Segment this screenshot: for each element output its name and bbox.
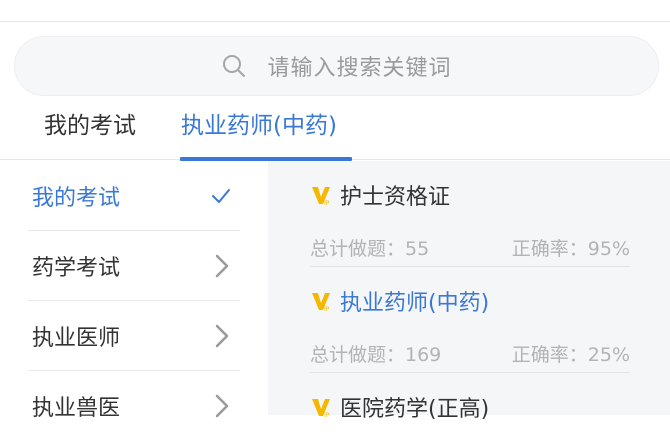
sidebar-item-label: 药学考试 — [32, 256, 121, 281]
divider — [310, 372, 630, 373]
category-sidebar: 我的考试 药学考试 执业医师 执业兽医 — [0, 161, 268, 421]
exam-list: IP 护士资格证 总计做题：55 正确率：95% IP 执业药师(中药) 总计做… — [268, 161, 670, 422]
tab-bar: 我的考试 执业药师(中药) — [0, 100, 670, 160]
sidebar-item-licensed-physician[interactable]: 执业医师 — [0, 301, 268, 371]
search-placeholder: 请输入搜索关键词 — [267, 56, 452, 81]
exam-title-row: IP 执业药师(中药) — [310, 281, 489, 321]
accuracy-rate: 正确率：25% — [511, 343, 630, 366]
sidebar-item-label: 我的考试 — [32, 186, 121, 211]
check-icon — [212, 189, 230, 203]
sidebar-item-label: 执业兽医 — [32, 396, 121, 421]
sidebar-item-pharmacy-exams[interactable]: 药学考试 — [0, 231, 268, 301]
chevron-right-icon — [215, 324, 229, 348]
chevron-right-icon — [215, 254, 229, 278]
exam-title-row: IP 护士资格证 — [310, 175, 450, 215]
sidebar-item-label: 执业医师 — [32, 326, 121, 351]
svg-text:IP: IP — [324, 306, 330, 312]
accuracy-rate: 正确率：95% — [511, 237, 630, 260]
exam-card-hospital-pharmacy[interactable]: IP 医院药学(正高) — [268, 387, 670, 427]
exam-title: 执业药师(中药) — [340, 291, 490, 316]
total-questions: 总计做题：55 — [310, 237, 430, 260]
exam-title: 护士资格证 — [340, 185, 451, 210]
svg-text:IP: IP — [324, 200, 330, 206]
exam-title-row: IP 医院药学(正高) — [310, 387, 489, 427]
vip-icon: IP — [312, 293, 330, 312]
vip-icon: IP — [312, 187, 330, 206]
top-bar — [0, 0, 670, 22]
exam-stats: 总计做题：55 正确率：95% — [310, 232, 630, 262]
tab-licensed-pharmacist-tcm[interactable]: 执业药师(中药) — [181, 112, 337, 160]
divider — [310, 266, 630, 267]
exam-stats: 总计做题：169 正确率：25% — [310, 338, 630, 368]
search-icon — [223, 55, 246, 77]
sidebar-item-licensed-veterinarian[interactable]: 执业兽医 — [0, 371, 268, 441]
sidebar-item-my-exams[interactable]: 我的考试 — [0, 161, 268, 231]
svg-text:IP: IP — [324, 412, 330, 418]
chevron-right-icon — [215, 394, 229, 418]
search-input[interactable]: 请输入搜索关键词 — [14, 36, 659, 96]
exam-card-pharmacist-tcm[interactable]: IP 执业药师(中药) 总计做题：169 正确率：25% — [268, 281, 670, 387]
tab-my-exams[interactable]: 我的考试 — [44, 112, 136, 160]
total-questions: 总计做题：169 — [310, 343, 442, 366]
exam-title: 医院药学(正高) — [340, 397, 490, 422]
exam-card-nurse[interactable]: IP 护士资格证 总计做题：55 正确率：95% — [268, 175, 670, 281]
